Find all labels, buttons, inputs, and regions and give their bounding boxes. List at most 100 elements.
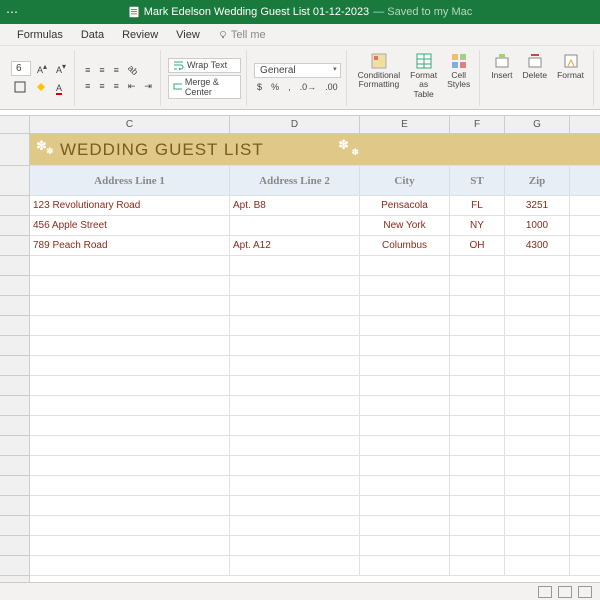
increase-font-button[interactable]: A▴ [34, 60, 50, 77]
cell-styles-button[interactable]: Cell Styles [443, 50, 474, 106]
percent-button[interactable]: % [268, 80, 282, 94]
align-top-button[interactable]: ≡ [82, 63, 93, 77]
save-status: — Saved to my Mac [373, 6, 472, 18]
col-header-e[interactable]: E [360, 116, 450, 133]
row-header[interactable] [0, 256, 29, 276]
row-header[interactable] [0, 134, 29, 166]
row-header[interactable] [0, 336, 29, 356]
cell-addr1[interactable]: 789 Peach Road [30, 236, 230, 255]
cell-addr2[interactable]: Apt. A12 [230, 236, 360, 255]
cell-city[interactable]: Columbus [360, 236, 450, 255]
format-button[interactable]: Format [553, 50, 588, 106]
align-center-button[interactable]: ≡ [96, 79, 107, 93]
document-title: Mark Edelson Wedding Guest List 01-12-20… [144, 6, 369, 18]
cell-city[interactable]: New York [360, 216, 450, 235]
cell-st[interactable]: FL [450, 196, 505, 215]
align-left-button[interactable]: ≡ [82, 79, 93, 93]
cell-st[interactable]: OH [450, 236, 505, 255]
cell-addr2[interactable]: Apt. B8 [230, 196, 360, 215]
row-header[interactable] [0, 216, 29, 236]
border-button[interactable] [11, 79, 29, 97]
col-header-c[interactable]: C [30, 116, 230, 133]
window-menu-icon[interactable]: ⋯ [6, 5, 19, 19]
header-city[interactable]: City [360, 166, 450, 195]
row-header[interactable] [0, 166, 29, 196]
insert-icon [493, 52, 511, 70]
comma-button[interactable]: , [285, 80, 294, 94]
col-header-f[interactable]: F [450, 116, 505, 133]
document-icon [128, 6, 140, 18]
number-format-select[interactable]: General [254, 63, 341, 78]
row-header[interactable] [0, 556, 29, 576]
page-layout-view-button[interactable] [558, 586, 572, 598]
increase-indent-button[interactable]: ⇥ [141, 79, 155, 94]
row-header[interactable] [0, 376, 29, 396]
decrease-font-button[interactable]: A▾ [53, 60, 69, 77]
select-all-corner[interactable] [0, 116, 30, 133]
align-bottom-button[interactable]: ≡ [111, 63, 122, 77]
fill-color-button[interactable] [32, 79, 50, 97]
tab-data[interactable]: Data [72, 29, 113, 41]
insert-button[interactable]: Insert [487, 50, 516, 106]
page-break-view-button[interactable] [578, 586, 592, 598]
row-header[interactable] [0, 396, 29, 416]
align-right-button[interactable]: ≡ [111, 79, 122, 93]
table-row [30, 516, 600, 536]
tell-me-search[interactable]: Tell me [209, 29, 275, 41]
tab-formulas[interactable]: Formulas [8, 29, 72, 41]
tab-view[interactable]: View [167, 29, 209, 41]
header-st[interactable]: ST [450, 166, 505, 195]
tab-review[interactable]: Review [113, 29, 167, 41]
wrap-text-button[interactable]: Wrap Text [168, 58, 241, 73]
ribbon: 6 A▴ A▾ A ≡ ≡ ≡ ab ≡ ≡ ≡ ⇤ ⇥ Wrap Text [0, 46, 600, 110]
merge-icon [173, 81, 182, 92]
row-header[interactable] [0, 276, 29, 296]
row-header[interactable] [0, 456, 29, 476]
cells-area[interactable]: ✽ ✽ WEDDING GUEST LIST ✽ ✽ Address Line … [30, 134, 600, 582]
row-header[interactable] [0, 356, 29, 376]
font-size-input[interactable]: 6 [11, 61, 31, 76]
decrease-decimal-button[interactable]: .00 [322, 80, 341, 94]
cell-addr1[interactable]: 456 Apple Street [30, 216, 230, 235]
decrease-indent-button[interactable]: ⇤ [125, 79, 139, 94]
cell-st[interactable]: NY [450, 216, 505, 235]
merge-center-button[interactable]: Merge & Center [168, 75, 241, 99]
row-header[interactable] [0, 436, 29, 456]
cell-addr1[interactable]: 123 Revolutionary Road [30, 196, 230, 215]
delete-button[interactable]: Delete [519, 50, 552, 106]
conditional-formatting-button[interactable]: Conditional Formatting [354, 50, 405, 106]
row-header[interactable] [0, 296, 29, 316]
row-header[interactable] [0, 536, 29, 556]
align-middle-button[interactable]: ≡ [96, 63, 107, 77]
flower-icon: ✽ [46, 146, 55, 157]
col-header-g[interactable]: G [505, 116, 570, 133]
row-header[interactable] [0, 496, 29, 516]
row-header[interactable] [0, 316, 29, 336]
row-header[interactable] [0, 416, 29, 436]
col-header-d[interactable]: D [230, 116, 360, 133]
table-row [30, 256, 600, 276]
cell-zip[interactable]: 3251 [505, 196, 570, 215]
row-headers [0, 134, 30, 582]
increase-decimal-button[interactable]: .0→ [297, 80, 320, 94]
column-headers: C D E F G [0, 116, 600, 134]
table-row [30, 316, 600, 336]
sheet-title[interactable]: ✽ ✽ WEDDING GUEST LIST ✽ ✽ [30, 134, 570, 165]
cell-city[interactable]: Pensacola [360, 196, 450, 215]
header-addr2[interactable]: Address Line 2 [230, 166, 360, 195]
currency-button[interactable]: $ [254, 80, 265, 94]
row-header[interactable] [0, 516, 29, 536]
row-header[interactable] [0, 196, 29, 216]
font-color-button[interactable]: A [53, 81, 65, 95]
header-zip[interactable]: Zip [505, 166, 570, 195]
format-as-table-button[interactable]: Format as Table [406, 50, 441, 106]
orientation-button[interactable]: ab [125, 63, 141, 77]
menu-bar: Formulas Data Review View Tell me [0, 24, 600, 46]
cell-zip[interactable]: 4300 [505, 236, 570, 255]
cell-zip[interactable]: 1000 [505, 216, 570, 235]
row-header[interactable] [0, 476, 29, 496]
row-header[interactable] [0, 236, 29, 256]
header-addr1[interactable]: Address Line 1 [30, 166, 230, 195]
cell-addr2[interactable] [230, 216, 360, 235]
normal-view-button[interactable] [538, 586, 552, 598]
